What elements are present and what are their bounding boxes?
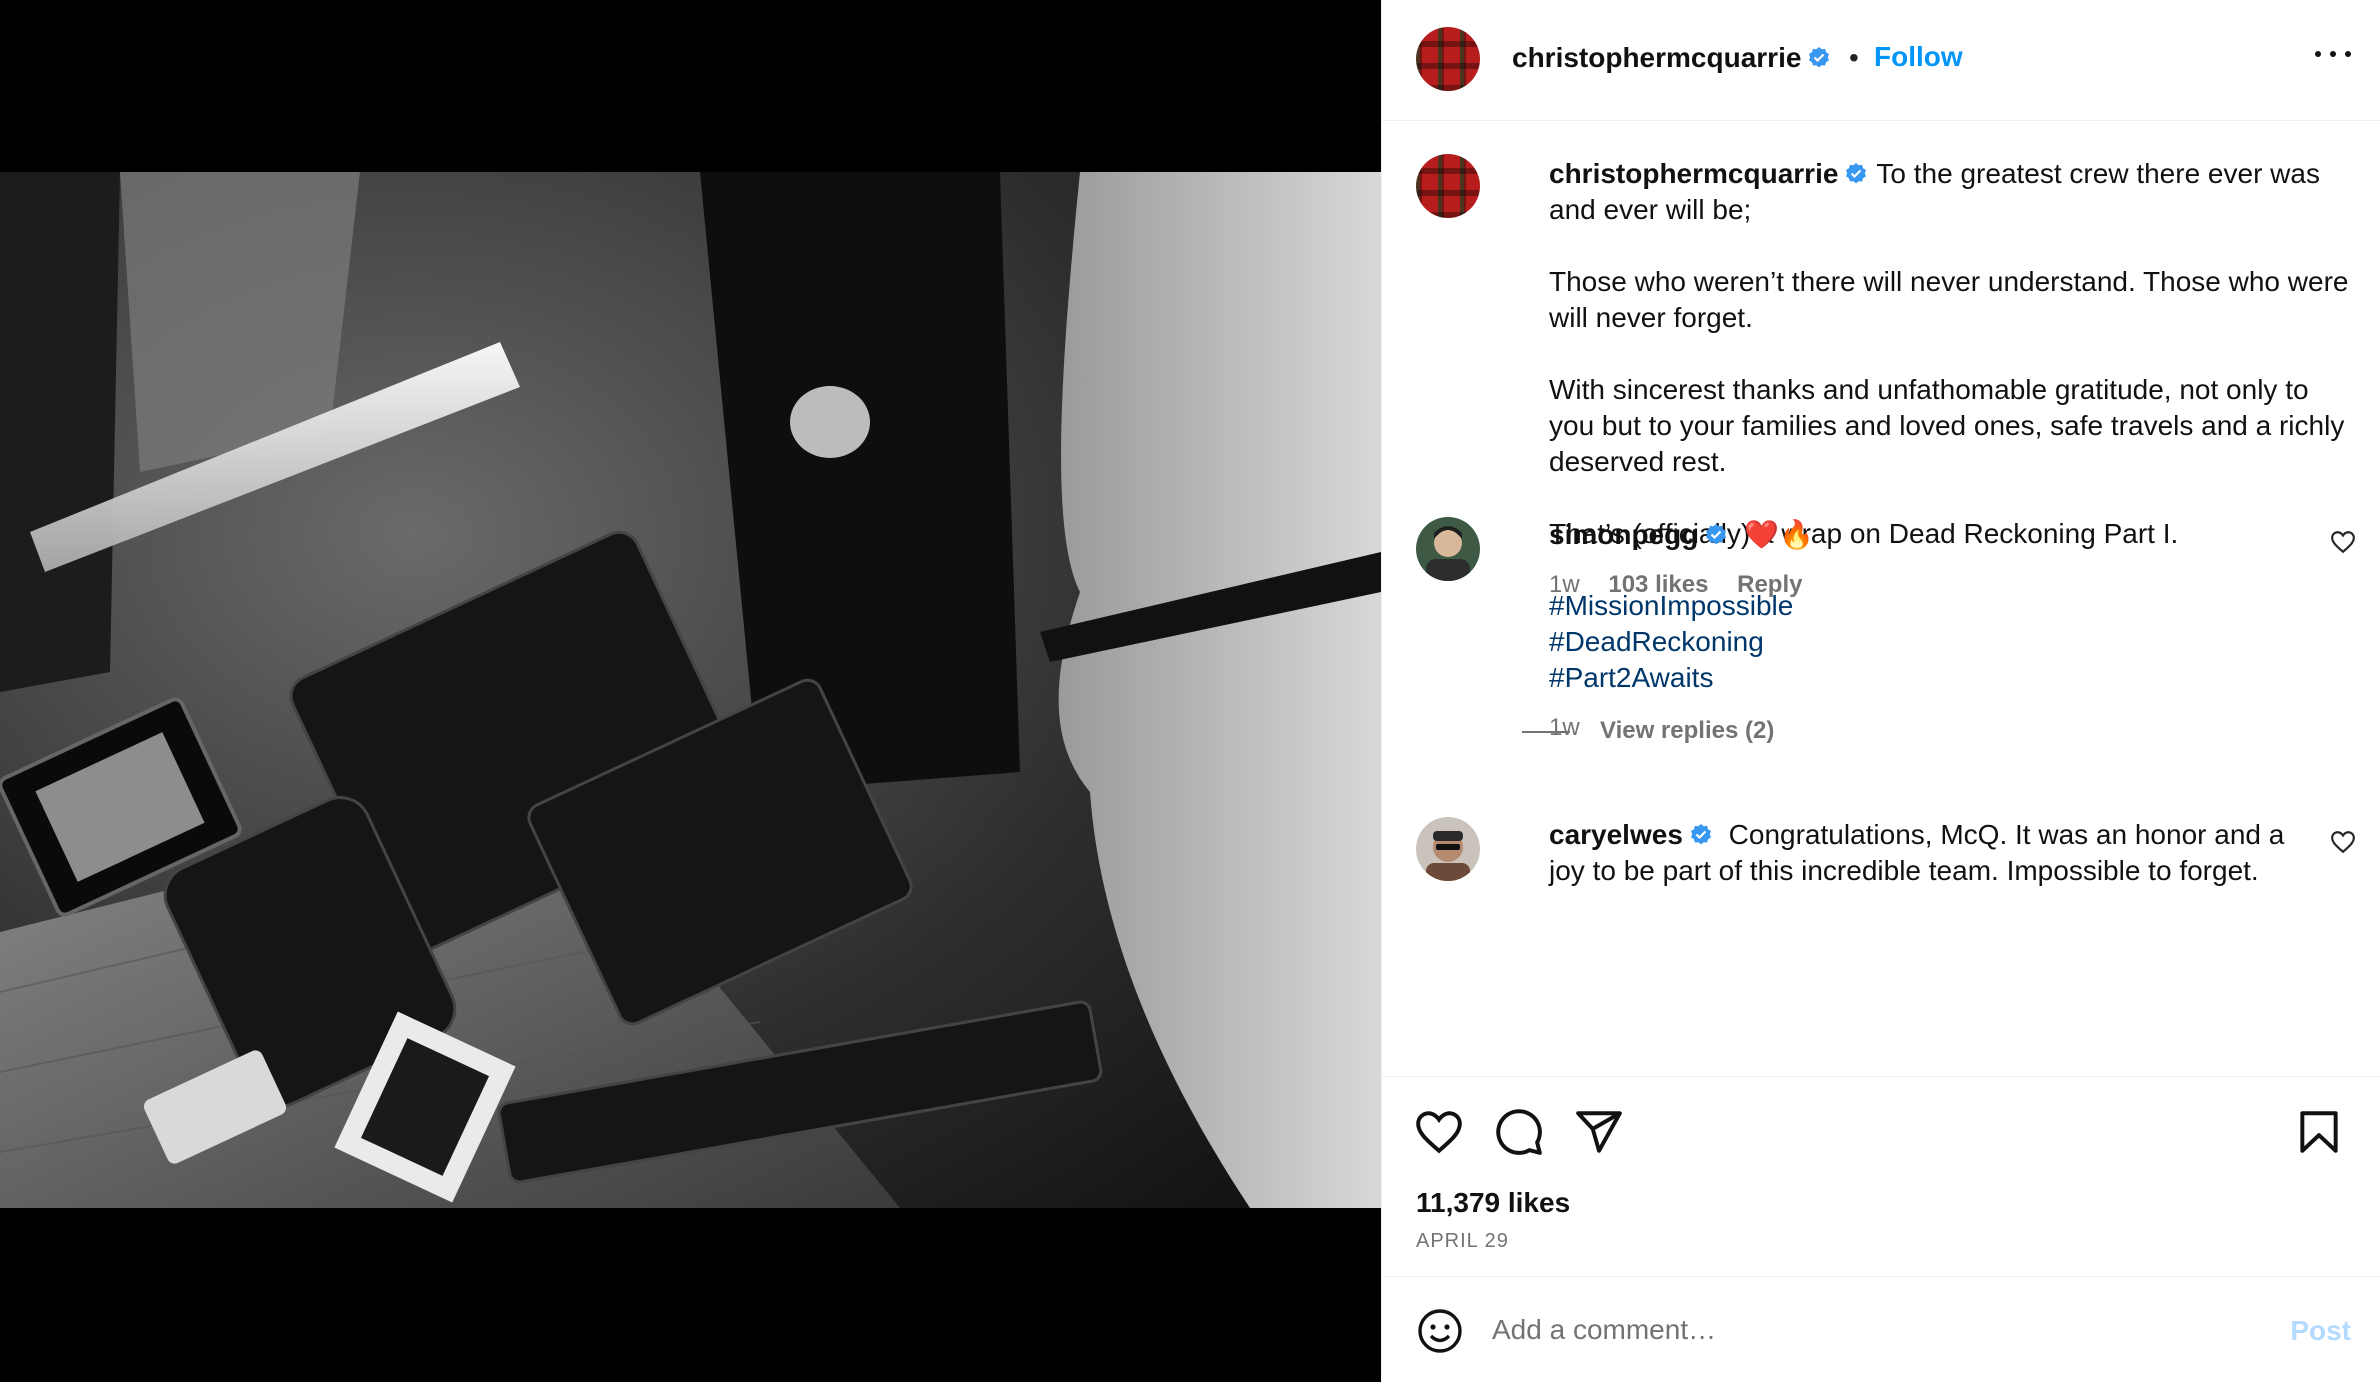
comment-like-count[interactable]: 103 likes: [1608, 571, 1708, 598]
comment-bubble-icon[interactable]: [1494, 1107, 1544, 1157]
commenter-username[interactable]: simonpegg: [1549, 519, 1728, 550]
commenter-avatar[interactable]: [1416, 817, 1480, 881]
comment-meta: 1w 103 likes Reply: [1549, 571, 1824, 599]
comment-body: ❤️🔥: [1744, 519, 1814, 550]
paper-plane-icon[interactable]: [1574, 1107, 1624, 1157]
comment-like-heart-icon[interactable]: [2330, 529, 2356, 555]
post-like-count[interactable]: 11,379 likes: [1416, 1187, 1570, 1219]
verified-badge-icon: [1846, 163, 1867, 184]
follow-button[interactable]: Follow: [1874, 41, 1963, 73]
commenter-username[interactable]: caryelwes: [1549, 819, 1713, 850]
comment-composer: Post: [1382, 1276, 2380, 1382]
post-photo[interactable]: [0, 172, 1381, 1208]
post-date[interactable]: APRIL 29: [1416, 1230, 1509, 1253]
author-avatar[interactable]: [1416, 27, 1480, 91]
separator-dot: •: [1849, 42, 1859, 73]
verified-badge-icon: [1706, 524, 1727, 545]
commenter-username-text[interactable]: simonpegg: [1549, 519, 1698, 550]
comment-item: simonpegg ❤️🔥 1w 103 likes Reply: [1416, 517, 2356, 657]
caption-author-avatar[interactable]: [1416, 154, 1480, 218]
post-comments-area[interactable]: christophermcquarrie To the greatest crew…: [1382, 121, 2380, 1076]
caption-author-username-text[interactable]: christophermcquarrie: [1549, 158, 1838, 189]
verified-badge-icon: [1809, 47, 1830, 68]
more-options-icon[interactable]: [2315, 48, 2351, 60]
author-username-text[interactable]: christophermcquarrie: [1512, 42, 1801, 73]
caption-line-2: Those who weren’t there will never under…: [1549, 266, 2349, 333]
comment-timestamp[interactable]: 1w: [1549, 571, 1580, 598]
post-side-panel: christophermcquarrie • Follow christophe…: [1381, 0, 2380, 1382]
post-comment-button[interactable]: Post: [2290, 1315, 2351, 1347]
caption-text: christophermcquarrie To the greatest crew…: [1549, 156, 2349, 746]
caption-line-3: With sincerest thanks and unfathomable g…: [1549, 374, 2345, 477]
post-header: christophermcquarrie • Follow: [1382, 0, 2380, 121]
hashtag-link[interactable]: #Part2Awaits: [1549, 660, 2349, 696]
comment-text: simonpegg ❤️🔥: [1549, 517, 2319, 553]
view-replies-label[interactable]: View replies (2): [1600, 717, 1774, 744]
reply-button[interactable]: Reply: [1737, 571, 1802, 598]
author-username[interactable]: christophermcquarrie: [1512, 42, 1831, 74]
replies-divider-line: [1522, 730, 1570, 733]
view-replies-button[interactable]: View replies (2): [1522, 717, 1774, 745]
comment-like-heart-icon[interactable]: [2330, 829, 2356, 855]
bookmark-icon[interactable]: [2294, 1107, 2344, 1157]
verified-badge-icon: [1690, 824, 1711, 845]
commenter-avatar[interactable]: [1416, 517, 1480, 581]
heart-icon[interactable]: [1414, 1107, 1464, 1157]
emoji-smiley-icon[interactable]: [1416, 1307, 1464, 1355]
post-actions: 11,379 likes APRIL 29: [1382, 1076, 2380, 1276]
caption-author-username[interactable]: christophermcquarrie: [1549, 158, 1868, 189]
add-comment-input[interactable]: [1492, 1303, 2252, 1357]
commenter-username-text[interactable]: caryelwes: [1549, 819, 1683, 850]
comment-item: caryelwes Congratulations, McQ. It was a…: [1416, 817, 2356, 927]
post-media[interactable]: [0, 0, 1381, 1382]
comment-text: caryelwes Congratulations, McQ. It was a…: [1549, 817, 2319, 889]
